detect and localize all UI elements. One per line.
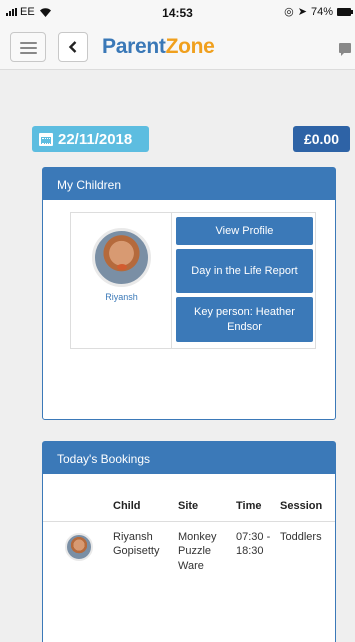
column-child: Child <box>113 500 141 512</box>
booking-session: Toddlers <box>280 531 322 543</box>
chevron-left-icon <box>68 41 77 53</box>
date-button[interactable]: 22/11/2018 <box>32 126 149 152</box>
child-actions: View Profile Day in the Life Report Key … <box>176 217 313 346</box>
status-bar: EE 14:53 ◎ ➤ 74% <box>0 0 355 24</box>
child-name-link[interactable]: Riyansh <box>71 292 172 302</box>
back-button[interactable] <box>58 32 88 62</box>
menu-button[interactable] <box>10 32 46 62</box>
brand-part2: Zone <box>165 35 215 58</box>
view-profile-button[interactable]: View Profile <box>176 217 313 245</box>
todays-bookings-panel: Today's Bookings Child Site Time Session… <box>42 441 336 642</box>
day-report-button[interactable]: Day in the Life Report <box>176 249 313 293</box>
booking-child-avatar <box>65 533 93 561</box>
panel-title: My Children <box>43 168 335 200</box>
booking-site: Monkey Puzzle Ware <box>178 531 217 572</box>
column-session: Session <box>280 500 323 512</box>
calendar-icon <box>39 132 53 146</box>
table-header: Child Site Time Session <box>43 500 335 522</box>
panel-title: Today's Bookings <box>43 442 335 474</box>
chat-icon[interactable] <box>339 43 351 56</box>
battery-percent: 74% <box>310 5 333 18</box>
booking-time: 07:30 - 18:30 <box>236 531 271 558</box>
status-right: ◎ ➤ 74% <box>284 5 353 18</box>
lock-rotation-icon: ◎ <box>284 6 294 18</box>
my-children-panel: My Children Riyansh View Profile Day in … <box>42 167 336 420</box>
key-person-button[interactable]: Key person: Heather Endsor <box>176 297 313 342</box>
menu-icon-line <box>20 52 37 54</box>
booking-child: Riyansh Gopisetty <box>113 531 160 558</box>
date-label: 22/11/2018 <box>58 130 133 148</box>
location-icon: ➤ <box>297 6 307 18</box>
column-time: Time <box>236 500 262 512</box>
table-row[interactable]: Riyansh Gopisetty Monkey Puzzle Ware 07:… <box>43 530 335 586</box>
column-site: Site <box>178 500 199 512</box>
battery-icon <box>337 7 353 16</box>
child-info: Riyansh <box>71 213 172 348</box>
brand-part1: Parent <box>102 35 166 58</box>
balance-badge[interactable]: £0.00 <box>293 126 350 152</box>
child-avatar[interactable] <box>92 228 151 287</box>
brand-logo[interactable]: ParentZone <box>102 35 215 59</box>
child-card: Riyansh View Profile Day in the Life Rep… <box>70 212 316 349</box>
menu-icon-line <box>20 47 37 49</box>
menu-icon-line <box>20 42 37 44</box>
navbar: ParentZone <box>0 24 355 70</box>
